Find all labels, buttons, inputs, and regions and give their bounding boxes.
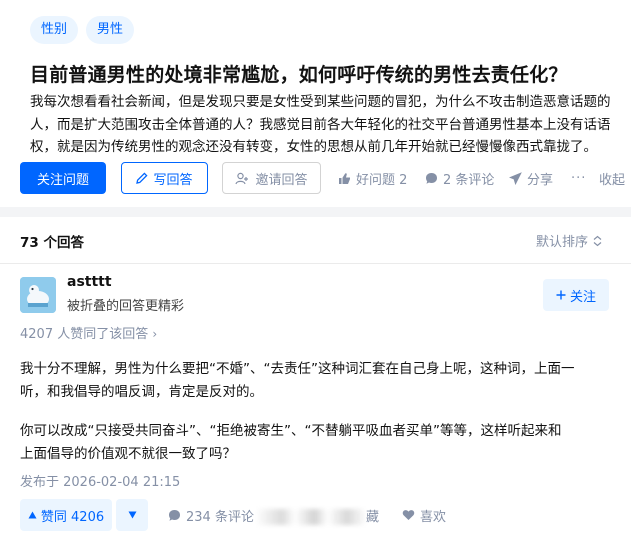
question-card: 性别 男性 目前普通男性的处境非常尴尬，如何呼吁传统的男性去责任化？ 我每次想看… — [0, 0, 631, 207]
follow-author-button[interactable]: 关注 — [543, 279, 609, 311]
pen-icon — [136, 172, 149, 184]
topic-tag[interactable]: 性别 — [30, 16, 79, 44]
follow-question-button[interactable]: 关注问题 — [20, 162, 106, 194]
answer-line: 上面倡导的价值观不就很一致了吗？ — [20, 445, 236, 462]
avatar-image — [20, 277, 56, 313]
invite-icon — [235, 172, 249, 184]
good-question-label: 好问题 2 — [356, 172, 408, 188]
downvote-button[interactable] — [116, 499, 148, 531]
topic-tags: 性别 男性 — [30, 16, 135, 44]
answer-paragraph: 你可以改成“只接受共同奋斗”、“拒绝被寄生”、“不替躺平吸血者买单”等等，这样听… — [20, 420, 616, 465]
triangle-up-icon — [28, 511, 37, 519]
answer-line: 听，和我倡导的唱反调，肯定是反对的。 — [20, 383, 263, 400]
avatar[interactable] — [20, 277, 56, 313]
answer-line: 你可以改成“只接受共同奋斗”、“拒绝被寄生”、“不替躺平吸血者买单”等等，这样听… — [20, 423, 562, 439]
upvote-button[interactable]: 赞同 4206 — [20, 499, 112, 531]
plus-icon — [556, 290, 566, 300]
follow-author-label: 关注 — [569, 289, 596, 305]
sort-icon — [593, 235, 602, 246]
like-button[interactable]: 喜欢 — [402, 499, 446, 531]
answer-line: 我十分不理解，男性为什么要把“不婚”、“去责任”这种词汇套在自己身上呢，这种词，… — [20, 361, 575, 377]
answer-list-card: 73 个回答 默认排序 astttt 被折叠的回答更精彩 关注 4207 人赞同… — [0, 217, 631, 539]
sort-dropdown[interactable]: 默认排序 — [536, 231, 602, 250]
question-description-line: 我每次想看看社会新闻，但是发现只要是女性受到某些问题的冒犯，为什么不攻击制造恶意… — [30, 94, 611, 110]
share-button[interactable]: 分享 — [509, 162, 553, 194]
heart-icon — [402, 510, 415, 520]
good-question-button[interactable]: 好问题 2 — [338, 162, 407, 194]
share-icon — [509, 171, 522, 185]
comment-icon — [169, 509, 180, 521]
question-actions: 关注问题 写回答 邀请回答 好问题 2 2 条评论 分享 ··· 收起 — [20, 162, 631, 194]
question-comments-label: 2 条评论 — [443, 172, 495, 188]
author-name[interactable]: astttt — [67, 274, 112, 290]
topic-tag[interactable]: 男性 — [86, 16, 135, 44]
invite-answer-label: 邀请回答 — [255, 172, 308, 188]
author-headline: 被折叠的回答更精彩 — [67, 299, 185, 314]
like-label: 喜欢 — [420, 509, 447, 525]
question-description-line: 权，就是因为传统男性的观念还没有转变，女性的思想从前几年开始就已经慢慢像西式靠拢… — [30, 139, 597, 155]
answer-paragraph: 我十分不理解，男性为什么要把“不婚”、“去责任”这种词汇套在自己身上呢，这种词，… — [20, 358, 616, 403]
collapse-button[interactable]: 收起 — [599, 162, 625, 194]
divider — [0, 263, 631, 264]
thumb-up-icon — [339, 172, 350, 184]
comment-icon — [426, 172, 437, 184]
answer-count: 73 个回答 — [20, 235, 84, 251]
publish-time[interactable]: 发布于 2026-02-04 21:15 — [20, 471, 180, 490]
write-answer-button[interactable]: 写回答 — [121, 162, 208, 194]
answer-comments-label: 234 条评论 — [186, 509, 254, 525]
agree-count[interactable]: 4207 人赞同了该回答 › — [20, 323, 157, 342]
upvote-label: 赞同 4206 — [40, 509, 105, 525]
question-comments-button[interactable]: 2 条评论 — [425, 162, 494, 194]
vote-group: 赞同 4206 — [20, 499, 148, 531]
question-title[interactable]: 目前普通男性的处境非常尴尬，如何呼吁传统的男性去责任化？ — [30, 60, 568, 87]
favorite-label: 藏 — [366, 509, 380, 525]
question-description: 我每次想看看社会新闻，但是发现只要是女性受到某些问题的冒犯，为什么不攻击制造恶意… — [30, 91, 615, 159]
more-button[interactable]: ··· — [571, 162, 586, 194]
write-answer-label: 写回答 — [153, 172, 193, 188]
sort-label: 默认排序 — [536, 235, 589, 250]
triangle-down-icon — [128, 511, 136, 519]
question-description-line: 人，而是扩大范围攻击全体普通的人？我感觉目前各大年轻化的社交平台普通男性基本上没… — [30, 116, 611, 133]
agree-count-label: 4207 人赞同了该回答 — [20, 327, 149, 342]
chevron-right-icon: › — [152, 327, 158, 341]
answer-comments-button[interactable]: 234 条评论 — [168, 499, 254, 531]
favorite-button[interactable]: 藏 — [366, 499, 379, 531]
invite-answer-button[interactable]: 邀请回答 — [222, 162, 321, 194]
share-label: 分享 — [527, 172, 554, 188]
